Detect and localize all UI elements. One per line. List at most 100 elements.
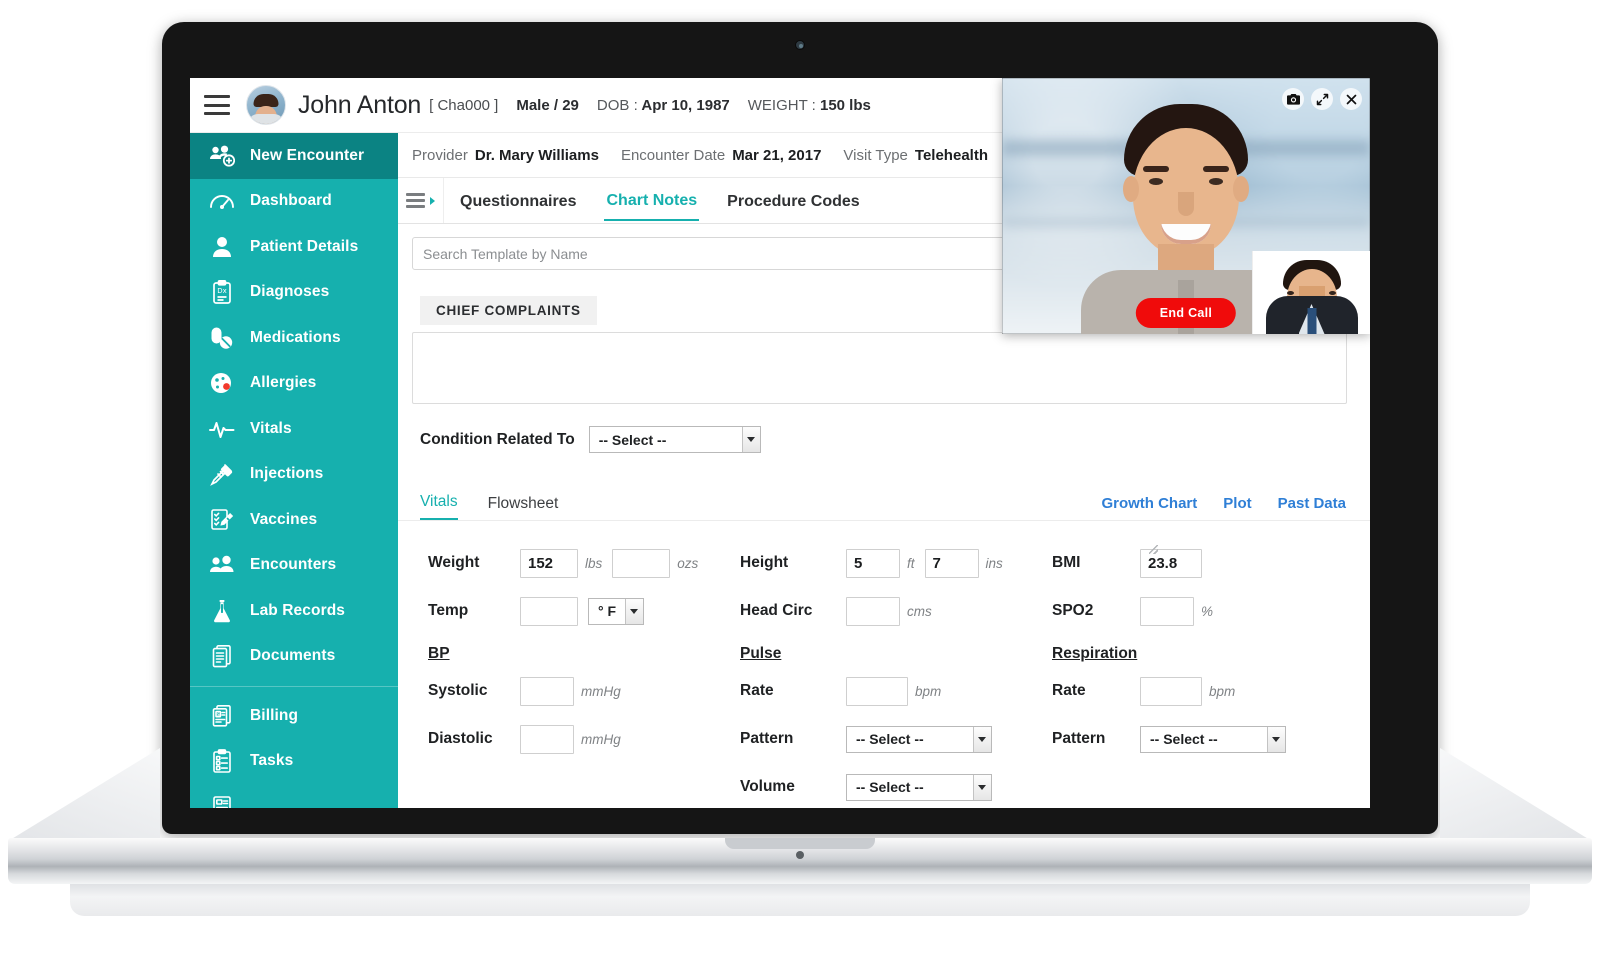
tab-questionnaires[interactable]: Questionnaires — [458, 181, 578, 220]
encounter-date-value: Mar 21, 2017 — [732, 146, 822, 164]
resize-arrows-icon[interactable] — [1311, 88, 1333, 110]
pulse-rate-input[interactable] — [846, 676, 908, 706]
diastolic-label: Diastolic — [428, 730, 493, 747]
sidebar-item-lab-records[interactable]: Lab Records — [190, 588, 398, 634]
temp-unit-select[interactable]: ° F — [588, 597, 644, 625]
checklist-icon — [208, 748, 236, 774]
sidebar-divider — [190, 686, 398, 687]
local-participant-video[interactable] — [1252, 251, 1370, 334]
height-ft-input[interactable] — [846, 548, 900, 578]
sidebar-item-injections[interactable]: Injections — [190, 452, 398, 498]
sidebar-item-diagnoses[interactable]: Dx Diagnoses — [190, 270, 398, 316]
sidebar-item-label: Tasks — [250, 752, 294, 770]
sidebar-item-label: New Encounter — [250, 146, 365, 164]
two-people-icon — [208, 552, 236, 578]
invoice-icon: $ — [208, 703, 236, 729]
spo2-row: SPO2 % — [1052, 587, 1352, 635]
webcam-icon — [795, 40, 805, 50]
bmi-label: BMI — [1052, 554, 1081, 571]
tab-procedure-codes[interactable]: Procedure Codes — [725, 181, 861, 220]
growth-chart-link[interactable]: Growth Chart — [1101, 495, 1197, 512]
bmi-input[interactable] — [1140, 548, 1202, 578]
systolic-label: Systolic — [428, 682, 488, 699]
hamburger-icon[interactable] — [204, 95, 230, 115]
height-label: Height — [740, 554, 789, 571]
sidebar-item-new-encounter[interactable]: New Encounter — [190, 133, 398, 179]
patient-dob: DOB : Apr 10, 1987 — [597, 97, 730, 114]
end-call-button[interactable]: End Call — [1135, 298, 1237, 328]
respiration-rate-input[interactable] — [1140, 676, 1202, 706]
sidebar-item-billing[interactable]: $ Billing — [190, 693, 398, 739]
temp-input[interactable] — [520, 596, 578, 626]
tab-vitals[interactable]: Vitals — [420, 493, 458, 520]
vitals-column-right: BMI SPO2 % Respiration Rate bpm — [1052, 539, 1352, 808]
chief-complaints-textarea[interactable] — [412, 332, 1347, 404]
vaccine-record-icon — [208, 507, 236, 533]
video-call-controls — [1282, 88, 1362, 110]
clipboard-rx-icon: Dx — [208, 279, 236, 305]
sidebar-item-allergies[interactable]: Allergies — [190, 361, 398, 407]
respiration-pattern-select[interactable]: -- Select -- — [1140, 725, 1286, 753]
height-ins-unit: ins — [985, 555, 1003, 571]
weight-label: WEIGHT : — [747, 96, 816, 114]
head-circ-row: Head Circ cms — [740, 587, 1052, 635]
condition-related-row: Condition Related To -- Select -- — [420, 426, 1370, 453]
sidebar-item-medications[interactable]: Medications — [190, 315, 398, 361]
diastolic-row: Diastolic mmHg — [428, 715, 740, 763]
respiration-heading: Respiration — [1052, 645, 1138, 662]
sidebar-item-label: Medications — [250, 328, 341, 346]
screen: John Anton [ Cha000 ] Male / 29 DOB : Ap… — [190, 78, 1370, 808]
pulse-pattern-label: Pattern — [740, 730, 794, 747]
tab-flowsheet[interactable]: Flowsheet — [488, 495, 559, 520]
camera-icon[interactable] — [1282, 88, 1304, 110]
height-ins-input[interactable] — [924, 548, 979, 578]
pulse-pattern-row: Pattern -- Select -- — [740, 715, 1052, 763]
weight-lbs-input[interactable] — [520, 548, 578, 578]
spo2-label: SPO2 — [1052, 602, 1094, 619]
weight-ozs-unit: ozs — [677, 555, 699, 571]
pulse-volume-label: Volume — [740, 778, 795, 795]
diastolic-unit: mmHg — [581, 731, 621, 747]
heartbeat-icon — [208, 416, 236, 442]
systolic-input[interactable] — [520, 676, 574, 706]
pulse-pattern-select[interactable]: -- Select -- — [846, 725, 992, 753]
weight-label: Weight — [428, 554, 480, 571]
weight-ozs-input[interactable] — [612, 548, 671, 578]
patient-gender-age: Male / 29 — [516, 96, 579, 114]
pulse-heading: Pulse — [740, 645, 782, 662]
sidebar-item-documents[interactable]: Documents — [190, 634, 398, 680]
respiration-rate-label: Rate — [1052, 682, 1086, 699]
head-circ-input[interactable] — [846, 596, 900, 626]
past-data-link[interactable]: Past Data — [1278, 495, 1346, 512]
condition-related-label: Condition Related To — [420, 430, 575, 448]
report-icon — [208, 794, 236, 808]
head-circ-unit: cms — [907, 603, 932, 619]
sidebar-item-vaccines[interactable]: Vaccines — [190, 497, 398, 543]
sidebar-item-partial[interactable] — [190, 784, 398, 808]
close-x-icon[interactable] — [1340, 88, 1362, 110]
spo2-input[interactable] — [1140, 596, 1194, 626]
syringe-icon — [208, 461, 236, 487]
sidebar-item-label: Vaccines — [250, 510, 318, 528]
sidebar-item-patient-details[interactable]: Patient Details — [190, 224, 398, 270]
diastolic-input[interactable] — [520, 724, 574, 754]
sidebar-item-encounters[interactable]: Encounters — [190, 543, 398, 589]
sidebar-item-label: Dashboard — [250, 192, 332, 210]
svg-text:$: $ — [216, 712, 219, 718]
new-encounter-icon — [208, 143, 236, 169]
panel-toggle-icon[interactable] — [398, 178, 444, 223]
plot-link[interactable]: Plot — [1223, 495, 1251, 512]
pulse-volume-select[interactable]: -- Select -- — [846, 773, 992, 801]
vitals-tab-bar: Vitals Flowsheet Growth Chart Plot Past … — [398, 487, 1370, 521]
encounter-date-label: Encounter Date — [620, 146, 726, 164]
sidebar-item-tasks[interactable]: Tasks — [190, 739, 398, 785]
vitals-links: Growth Chart Plot Past Data — [1101, 495, 1346, 512]
sidebar-item-label: Diagnoses — [250, 283, 330, 301]
sidebar-item-label: Vitals — [250, 419, 292, 437]
condition-related-select[interactable]: -- Select -- — [588, 426, 761, 453]
sidebar-item-label: Lab Records — [250, 601, 345, 619]
pulse-volume-row: Volume -- Select -- — [740, 763, 1052, 808]
tab-chart-notes[interactable]: Chart Notes — [604, 180, 700, 221]
sidebar-item-dashboard[interactable]: Dashboard — [190, 179, 398, 225]
sidebar-item-vitals[interactable]: Vitals — [190, 406, 398, 452]
